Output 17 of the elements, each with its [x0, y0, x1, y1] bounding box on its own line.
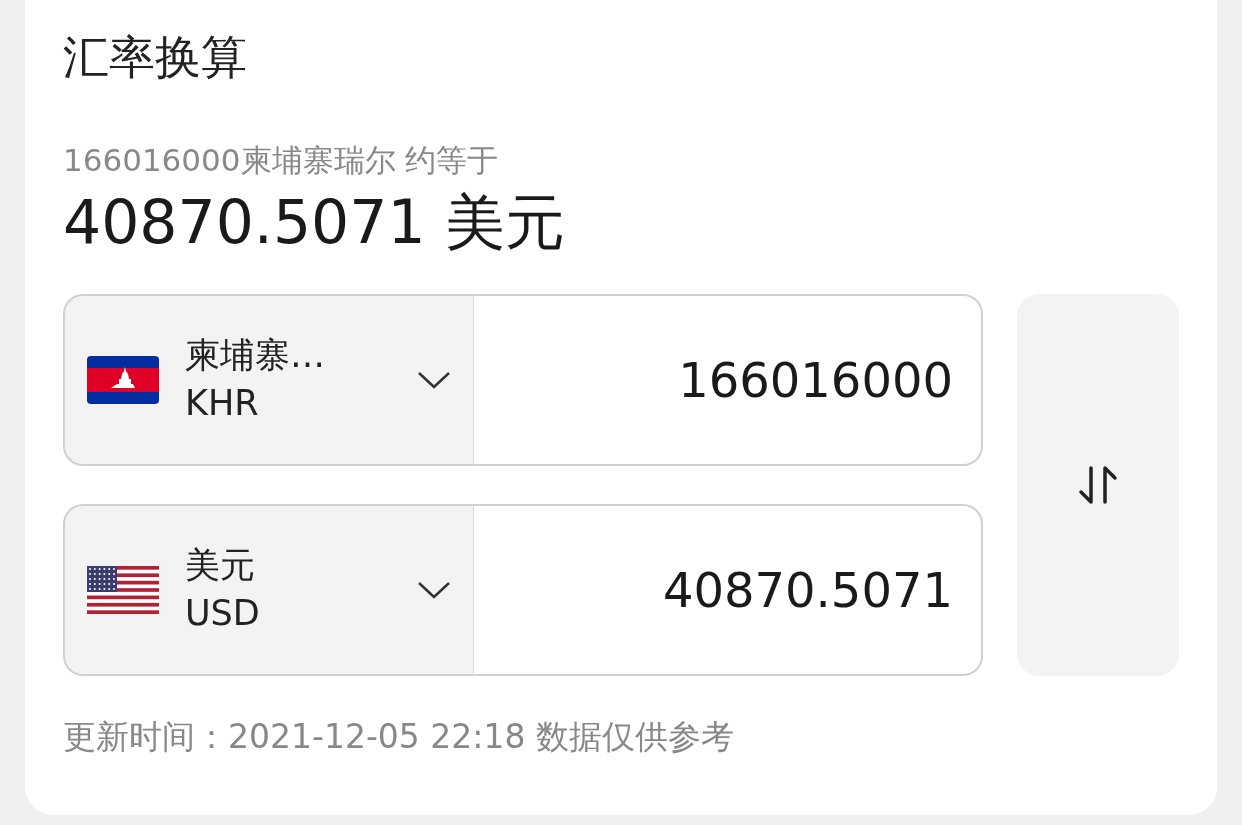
- amount-field[interactable]: 166016000: [474, 293, 983, 466]
- currency-code: KHR: [185, 381, 260, 425]
- currency-name: 柬埔寨…: [185, 334, 326, 378]
- conversion-summary: 166016000柬埔寨瑞尔 约等于: [63, 141, 500, 181]
- chevron-down-icon: [417, 369, 451, 390]
- currency-name: 美元: [185, 544, 256, 588]
- flag-icon: [87, 565, 159, 614]
- amount-field[interactable]: 40870.5071: [474, 503, 983, 676]
- currency-code: USD: [185, 591, 261, 635]
- swap-button[interactable]: [1017, 293, 1179, 676]
- card-title: 汇率换算: [63, 30, 248, 86]
- update-time-note: 更新时间：2021-12-05 22:18 数据仅供参考: [63, 715, 735, 758]
- currency-select[interactable]: 柬埔寨… KHR: [63, 293, 474, 466]
- chevron-down-icon: [417, 579, 451, 600]
- conversion-result: 40870.5071 美元: [63, 185, 566, 258]
- flag-icon: [87, 355, 159, 404]
- currency-select[interactable]: 美元 USD: [63, 503, 474, 676]
